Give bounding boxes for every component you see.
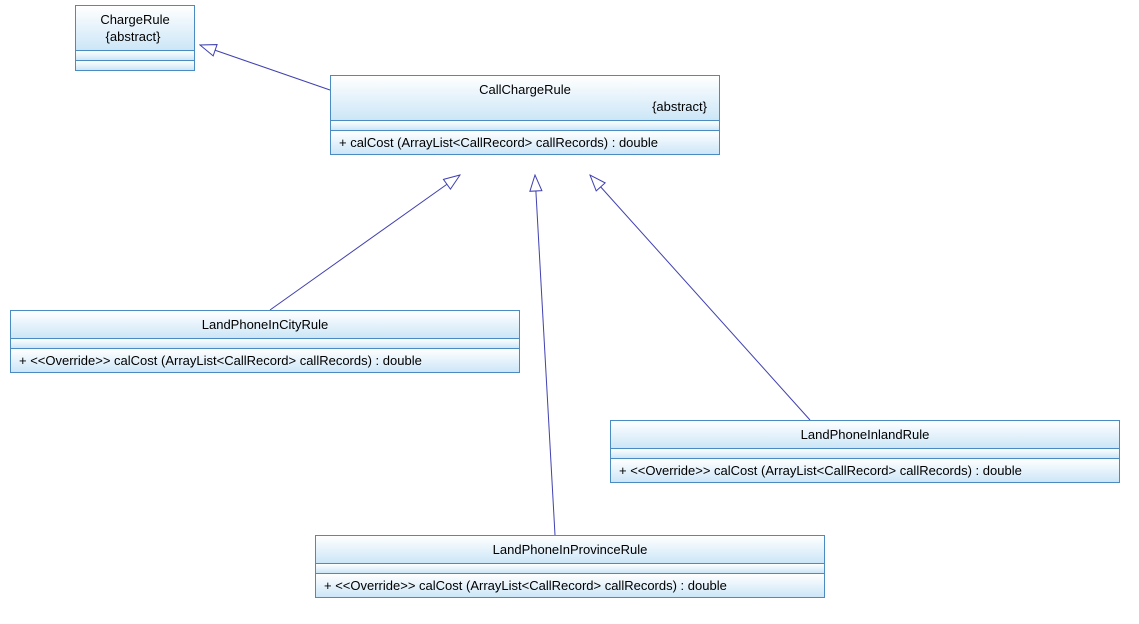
class-name-section: ChargeRule {abstract} [76,6,194,50]
attributes-section [11,338,519,348]
gen-callchargerule-chargerule [200,45,330,90]
class-landphoneinlandrule: LandPhoneInlandRule + <<Override>> calCo… [610,420,1120,483]
class-title: ChargeRule [84,12,186,27]
class-name-section: CallChargeRule {abstract} [331,76,719,120]
methods-section: + <<Override>> calCost (ArrayList<CallRe… [611,458,1119,482]
gen-province-callcharge [535,175,555,535]
class-name-section: LandPhoneInCityRule [11,311,519,338]
gen-city-callcharge [270,175,460,310]
attributes-section [76,50,194,60]
method: + <<Override>> calCost (ArrayList<CallRe… [619,463,1111,478]
methods-section: + <<Override>> calCost (ArrayList<CallRe… [316,573,824,597]
methods-section [76,60,194,70]
attributes-section [331,120,719,130]
class-stereotype: {abstract} [84,29,186,44]
method: + <<Override>> calCost (ArrayList<CallRe… [19,353,511,368]
class-landphoneinprovincerule: LandPhoneInProvinceRule + <<Override>> c… [315,535,825,598]
class-landphoneincityrule: LandPhoneInCityRule + <<Override>> calCo… [10,310,520,373]
attributes-section [611,448,1119,458]
class-title: LandPhoneInlandRule [619,427,1111,442]
class-title: LandPhoneInCityRule [19,317,511,332]
method: + <<Override>> calCost (ArrayList<CallRe… [324,578,816,593]
class-title: LandPhoneInProvinceRule [324,542,816,557]
method: + calCost (ArrayList<CallRecord> callRec… [339,135,711,150]
methods-section: + <<Override>> calCost (ArrayList<CallRe… [11,348,519,372]
gen-inland-callcharge [590,175,810,420]
class-name-section: LandPhoneInProvinceRule [316,536,824,563]
methods-section: + calCost (ArrayList<CallRecord> callRec… [331,130,719,154]
class-callchargerule: CallChargeRule {abstract} + calCost (Arr… [330,75,720,155]
attributes-section [316,563,824,573]
class-title: CallChargeRule [339,82,711,97]
class-stereotype: {abstract} [339,99,711,114]
class-chargerule: ChargeRule {abstract} [75,5,195,71]
class-name-section: LandPhoneInlandRule [611,421,1119,448]
